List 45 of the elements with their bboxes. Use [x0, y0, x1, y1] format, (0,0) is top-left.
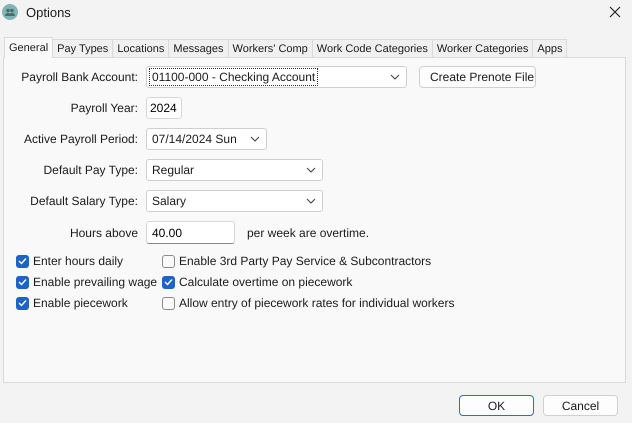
tab[interactable]: General [4, 37, 54, 58]
checkbox-label: Allow entry of piecework rates for individual workers [179, 296, 454, 310]
dropdown[interactable]: 01100-000 - Checking Account [146, 66, 407, 88]
dialog-button[interactable]: Cancel [543, 395, 618, 416]
chevron-down-icon [306, 167, 316, 173]
window-title: Options [26, 4, 72, 20]
dropdown[interactable]: 07/14/2024 Sun [146, 128, 267, 150]
tab[interactable]: Work Code Categories [312, 39, 433, 57]
checkbox[interactable] [162, 254, 175, 268]
tab[interactable]: Apps [532, 39, 568, 57]
checkbox-label: Enable 3rd Party Pay Service & Subcontractors [179, 254, 432, 268]
checkbox-label: Enter hours daily [33, 254, 124, 268]
tab[interactable]: Messages [168, 39, 229, 57]
tab[interactable]: Worker Categories [432, 39, 534, 57]
dropdown-value: 01100-000 - Checking Account [150, 69, 318, 85]
dropdown[interactable]: Regular [146, 159, 323, 181]
dropdown-value: Regular [151, 162, 196, 178]
field-label: Default Salary Type: [29, 194, 138, 208]
checkbox[interactable] [16, 296, 29, 310]
checkbox[interactable] [16, 254, 29, 268]
field-suffix: per week are overtime. [247, 226, 370, 240]
create-prenote-button[interactable]: Create Prenote File [419, 66, 536, 88]
checkbox[interactable] [16, 276, 29, 288]
chevron-down-icon [306, 198, 316, 204]
dropdown-value: 07/14/2024 Sun [151, 131, 238, 147]
year-field[interactable]: 2024 [146, 97, 182, 119]
field-label: Active Payroll Period: [22, 132, 138, 146]
checkbox[interactable] [162, 276, 175, 288]
tab[interactable]: Pay Types [52, 39, 114, 57]
people-icon [2, 4, 18, 20]
field-label: Payroll Year: [70, 101, 138, 115]
chevron-down-icon [250, 136, 260, 142]
field-label: Payroll Bank Account: [20, 70, 138, 84]
hours-field[interactable]: 40.00 [146, 221, 235, 244]
field-label: Default Pay Type: [42, 163, 138, 177]
dialog-button[interactable]: OK [459, 395, 534, 416]
chevron-down-icon [390, 74, 400, 80]
checkbox-label: Enable prevailing wage [33, 275, 158, 289]
dropdown-value: Salary [151, 193, 188, 209]
tab[interactable]: Workers' Comp [228, 39, 313, 57]
field-label: Hours above [68, 226, 138, 240]
checkbox-label: Calculate overtime on piecework [179, 275, 352, 289]
checkbox[interactable] [162, 296, 175, 310]
dropdown[interactable]: Salary [146, 190, 323, 212]
checkbox-label: Enable piecework [33, 296, 128, 310]
